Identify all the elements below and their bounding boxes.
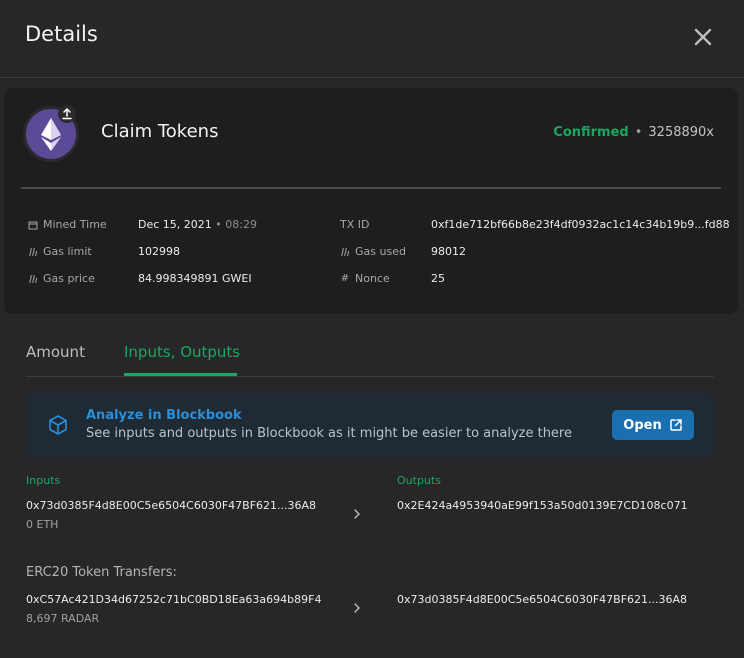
mined-date: Dec 15, 2021 [138, 218, 212, 231]
tab-bar: Amount Inputs, Outputs [26, 343, 714, 377]
gas-icon [29, 274, 38, 283]
tx-id-row: TX ID 0xf1de712bf66b8e23f4df0932ac1c14c3… [340, 218, 730, 231]
nonce-value: 25 [431, 272, 445, 285]
mined-time-sep: • [215, 218, 222, 231]
open-blockbook-button[interactable]: Open [612, 410, 694, 440]
mined-time-value: Dec 15, 2021 • 08:29 [138, 218, 257, 231]
banner-text: See inputs and outputs in Blockbook as i… [86, 426, 572, 441]
mined-time-label: Mined Time [43, 218, 107, 231]
chevron-right-icon [354, 509, 360, 519]
gas-used-label: Gas used [355, 245, 406, 258]
hash-icon: # [340, 272, 350, 284]
gas-icon [341, 247, 350, 256]
status-badge: Confirmed [553, 125, 629, 140]
transaction-status: Confirmed • 3258890x [553, 125, 714, 140]
inputs-label: Inputs [26, 474, 61, 487]
outputs-label: Outputs [397, 474, 441, 487]
erc20-to-address[interactable]: 0x73d0385F4d8E00C5e6504C6030F47BF621...3… [397, 593, 687, 606]
tx-id-value[interactable]: 0xf1de712bf66b8e23f4df0932ac1c14c34b19b9… [431, 218, 730, 231]
gas-icon [29, 247, 38, 256]
confirmations-count: 3258890x [648, 125, 714, 140]
gas-price-label: Gas price [43, 272, 95, 285]
transaction-card: Claim Tokens Confirmed • 3258890x Mined … [4, 88, 738, 314]
mined-time-row: Mined Time Dec 15, 2021 • 08:29 [28, 218, 257, 231]
nonce-row: # Nonce 25 [340, 272, 445, 285]
active-tab-indicator [124, 373, 237, 376]
modal-title: Details [25, 22, 98, 46]
input-address[interactable]: 0x73d0385F4d8E00C5e6504C6030F47BF621...3… [26, 499, 316, 512]
upload-badge [58, 105, 76, 123]
transaction-name: Claim Tokens [101, 121, 219, 142]
open-button-label: Open [623, 417, 662, 433]
gas-price-value: 84.998349891 GWEI [138, 272, 252, 285]
nonce-label: Nonce [355, 272, 390, 285]
gas-limit-row: Gas limit 102998 [28, 245, 180, 258]
tab-amount[interactable]: Amount [26, 343, 85, 361]
calendar-icon [28, 221, 38, 229]
erc20-amount: 8,697 RADAR [26, 612, 100, 625]
output-address[interactable]: 0x2E424a4953940aE99f153a50d0139E7CD108c0… [397, 499, 688, 512]
chevron-right-icon [354, 603, 360, 613]
card-divider [21, 187, 721, 189]
gas-limit-value: 102998 [138, 245, 180, 258]
upload-arrow-icon [62, 107, 72, 120]
external-link-icon [669, 419, 682, 431]
close-icon [694, 28, 712, 46]
blockbook-banner: Analyze in Blockbook See inputs and outp… [26, 393, 714, 457]
input-amount: 0 ETH [26, 518, 59, 531]
tab-inputs-outputs[interactable]: Inputs, Outputs [124, 343, 240, 361]
gas-limit-label: Gas limit [43, 245, 92, 258]
cube-icon [49, 415, 67, 435]
tx-id-label: TX ID [340, 218, 370, 231]
modal-header: Details [0, 0, 744, 78]
banner-title[interactable]: Analyze in Blockbook [86, 408, 242, 423]
erc20-transfers-label: ERC20 Token Transfers: [26, 565, 177, 580]
mined-time: 08:29 [225, 218, 257, 231]
status-separator: • [634, 125, 643, 140]
gas-price-row: Gas price 84.998349891 GWEI [28, 272, 252, 285]
gas-used-row: Gas used 98012 [340, 245, 466, 258]
gas-used-value: 98012 [431, 245, 466, 258]
erc20-from-address[interactable]: 0xC57Ac421D34d67252c71bC0BD18Ea63a694b89… [26, 593, 321, 606]
close-button[interactable] [690, 24, 716, 50]
